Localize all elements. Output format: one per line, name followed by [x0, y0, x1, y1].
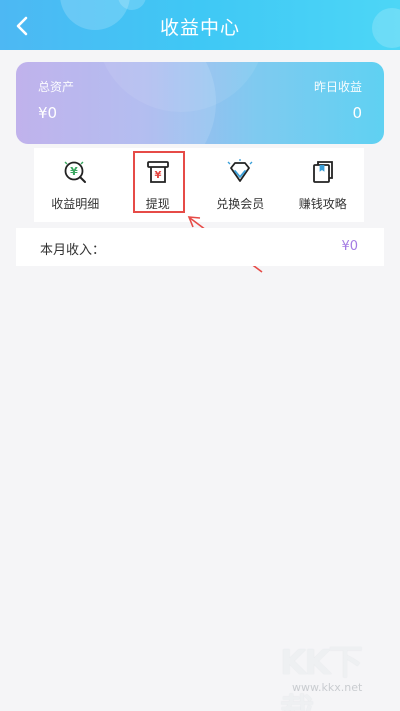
monthly-income-row: 本月收入： ¥0	[16, 228, 384, 266]
app-header: 收益中心	[0, 0, 400, 50]
site-watermark: KK下载 www.kkx.net	[274, 635, 390, 711]
monthly-income-value: ¥0	[341, 239, 358, 254]
page-title: 收益中心	[159, 17, 240, 39]
menu-label-earnings-detail: 收益明细	[51, 197, 100, 211]
svg-text:¥: ¥	[70, 165, 78, 178]
watermark-logo: KK下载	[280, 643, 363, 711]
annotation-highlight-box	[133, 151, 185, 213]
diamond-icon	[226, 158, 254, 186]
yesterday-earnings-value: 0	[352, 104, 362, 122]
yesterday-earnings-label: 昨日收益	[313, 80, 362, 94]
asset-summary-card: 总资产 ¥0 昨日收益 0	[16, 62, 384, 144]
watermark-url: www.kkx.net	[292, 681, 363, 694]
menu-item-earnings-detail[interactable]: ¥ 收益明细	[34, 148, 117, 222]
menu-label-earning-guide: 赚钱攻略	[298, 197, 347, 211]
magnifier-yen-icon: ¥	[61, 158, 89, 186]
menu-item-earning-guide[interactable]: 赚钱攻略	[282, 148, 365, 222]
guide-book-icon	[309, 158, 337, 186]
monthly-income-label: 本月收入：	[40, 243, 106, 258]
total-assets-value: ¥0	[38, 104, 58, 122]
total-assets-label: 总资产	[38, 80, 75, 94]
